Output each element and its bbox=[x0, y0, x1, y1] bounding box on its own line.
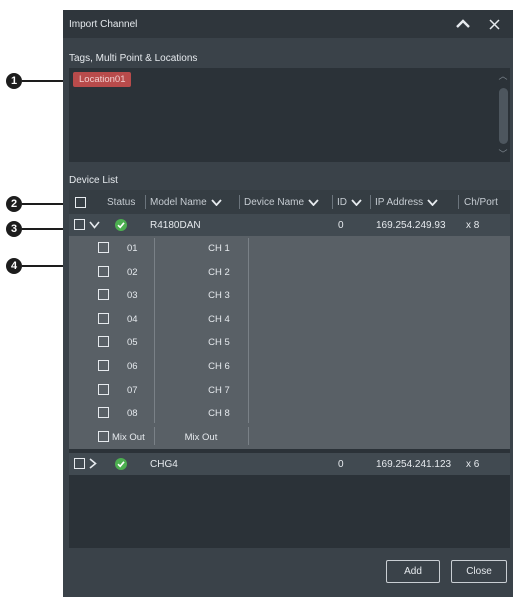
device-checkbox[interactable] bbox=[74, 219, 85, 230]
device-checkbox[interactable] bbox=[74, 458, 85, 469]
channel-number: 08 bbox=[127, 408, 138, 420]
col-model-name-label: Model Name bbox=[150, 197, 207, 208]
device-id: 0 bbox=[338, 459, 344, 470]
callout-4: 4 bbox=[6, 258, 22, 274]
device-ip: 169.254.249.93 bbox=[376, 220, 446, 231]
close-icon-button[interactable] bbox=[483, 13, 505, 35]
channel-row-mix-out[interactable]: Mix Out Mix Out bbox=[69, 425, 510, 449]
channel-row[interactable]: 06 CH 6 bbox=[69, 354, 510, 378]
device-ch-count: x 8 bbox=[466, 220, 480, 231]
col-status[interactable]: Status bbox=[107, 197, 135, 208]
channel-row[interactable]: 04 CH 4 bbox=[69, 307, 510, 331]
channel-number: 01 bbox=[127, 243, 138, 254]
channel-name: CH 5 bbox=[208, 337, 230, 349]
chevron-right-icon[interactable] bbox=[89, 458, 97, 469]
channel-number: 03 bbox=[127, 290, 138, 302]
channel-number: 05 bbox=[127, 337, 138, 349]
callout-1: 1 bbox=[6, 73, 22, 89]
title-bar: Import Channel bbox=[63, 10, 513, 38]
column-divider bbox=[248, 427, 249, 445]
close-button[interactable]: Close bbox=[451, 560, 507, 583]
col-divider bbox=[145, 195, 146, 209]
scroll-down-arrow-icon[interactable]: ﹀ bbox=[498, 150, 508, 159]
chevron-down-icon bbox=[308, 199, 319, 206]
status-ok-icon bbox=[115, 219, 127, 231]
callout-3: 3 bbox=[6, 221, 22, 237]
device-ip: 169.254.241.123 bbox=[376, 459, 452, 470]
channel-checkbox[interactable] bbox=[98, 289, 109, 301]
col-ch-port[interactable]: Ch/Port bbox=[464, 197, 498, 208]
chevron-down-icon bbox=[211, 199, 222, 206]
channel-checkbox[interactable] bbox=[98, 383, 109, 395]
channel-name: CH 2 bbox=[208, 266, 230, 278]
channel-row[interactable]: 05 CH 5 bbox=[69, 330, 510, 354]
channel-checkbox[interactable] bbox=[98, 336, 109, 348]
device-list-label: Device List bbox=[69, 175, 118, 186]
col-ip-address[interactable]: IP Address bbox=[375, 197, 438, 208]
channel-name: CH 6 bbox=[208, 361, 230, 372]
channel-list: 01 CH 1 02 CH 2 03 CH 3 04 CH 4 05 CH 5 … bbox=[69, 236, 510, 425]
col-ip-address-label: IP Address bbox=[375, 197, 424, 208]
add-button[interactable]: Add bbox=[386, 560, 440, 583]
close-icon bbox=[488, 18, 500, 30]
import-channel-dialog: Import Channel Tags, Multi Point & Locat… bbox=[63, 10, 513, 597]
channel-checkbox[interactable] bbox=[98, 265, 109, 277]
channel-row[interactable]: 01 CH 1 bbox=[69, 236, 510, 260]
col-id-label: ID bbox=[337, 197, 347, 208]
channel-checkbox[interactable] bbox=[98, 360, 109, 371]
device-list-header: Status Model Name Device Name ID IP Addr… bbox=[69, 190, 510, 214]
device-row[interactable]: CHG4 0 169.254.241.123 x 6 bbox=[69, 453, 510, 475]
channel-checkbox[interactable] bbox=[98, 407, 109, 419]
col-divider bbox=[458, 195, 459, 209]
chevron-down-icon bbox=[351, 199, 362, 206]
select-all-checkbox[interactable] bbox=[75, 197, 86, 208]
tags-section-label: Tags, Multi Point & Locations bbox=[69, 53, 198, 64]
column-divider bbox=[154, 427, 155, 445]
channel-name: CH 1 bbox=[208, 243, 230, 254]
channel-number: 04 bbox=[127, 313, 138, 325]
scroll-thumb[interactable] bbox=[499, 88, 508, 144]
channel-name: CH 8 bbox=[208, 408, 230, 420]
callout-2: 2 bbox=[6, 196, 22, 212]
tags-box[interactable]: Location01 ︿ ﹀ bbox=[69, 68, 510, 162]
tags-scrollbar[interactable]: ︿ ﹀ bbox=[496, 68, 510, 162]
channel-number: 07 bbox=[127, 384, 138, 396]
channel-checkbox[interactable] bbox=[98, 431, 109, 442]
device-ch-count: x 6 bbox=[466, 459, 480, 470]
status-ok-icon bbox=[115, 458, 127, 470]
chevron-down-icon[interactable] bbox=[89, 221, 100, 229]
dialog-title: Import Channel bbox=[69, 19, 138, 30]
col-device-name[interactable]: Device Name bbox=[244, 197, 319, 208]
channel-name: CH 3 bbox=[208, 290, 230, 302]
col-divider bbox=[370, 195, 371, 209]
device-row[interactable]: R4180DAN 0 169.254.249.93 x 8 bbox=[69, 214, 510, 236]
channel-number: Mix Out bbox=[112, 432, 145, 443]
device-model: R4180DAN bbox=[150, 220, 201, 231]
device-id: 0 bbox=[338, 220, 344, 231]
chevron-up-icon bbox=[456, 19, 470, 28]
col-id[interactable]: ID bbox=[337, 197, 362, 208]
channel-number: 02 bbox=[127, 266, 138, 278]
channel-number: 06 bbox=[127, 361, 138, 372]
channel-row[interactable]: 07 CH 7 bbox=[69, 378, 510, 402]
channel-row[interactable]: 08 CH 8 bbox=[69, 401, 510, 425]
channel-checkbox[interactable] bbox=[98, 242, 109, 253]
chevron-down-icon bbox=[427, 199, 438, 206]
channel-row[interactable]: 03 CH 3 bbox=[69, 283, 510, 307]
device-model: CHG4 bbox=[150, 459, 178, 470]
scroll-up-arrow-icon[interactable]: ︿ bbox=[498, 72, 508, 81]
tag-location[interactable]: Location01 bbox=[73, 72, 132, 87]
collapse-button[interactable] bbox=[452, 13, 474, 35]
channel-name: CH 4 bbox=[208, 313, 230, 325]
col-device-name-label: Device Name bbox=[244, 197, 305, 208]
channel-name: CH 7 bbox=[208, 384, 230, 396]
col-model-name[interactable]: Model Name bbox=[150, 197, 222, 208]
channel-checkbox[interactable] bbox=[98, 312, 109, 324]
channel-row[interactable]: 02 CH 2 bbox=[69, 260, 510, 284]
channel-name: Mix Out bbox=[184, 432, 218, 443]
col-divider bbox=[239, 195, 240, 209]
col-divider bbox=[332, 195, 333, 209]
device-list: Status Model Name Device Name ID IP Addr… bbox=[69, 190, 510, 548]
